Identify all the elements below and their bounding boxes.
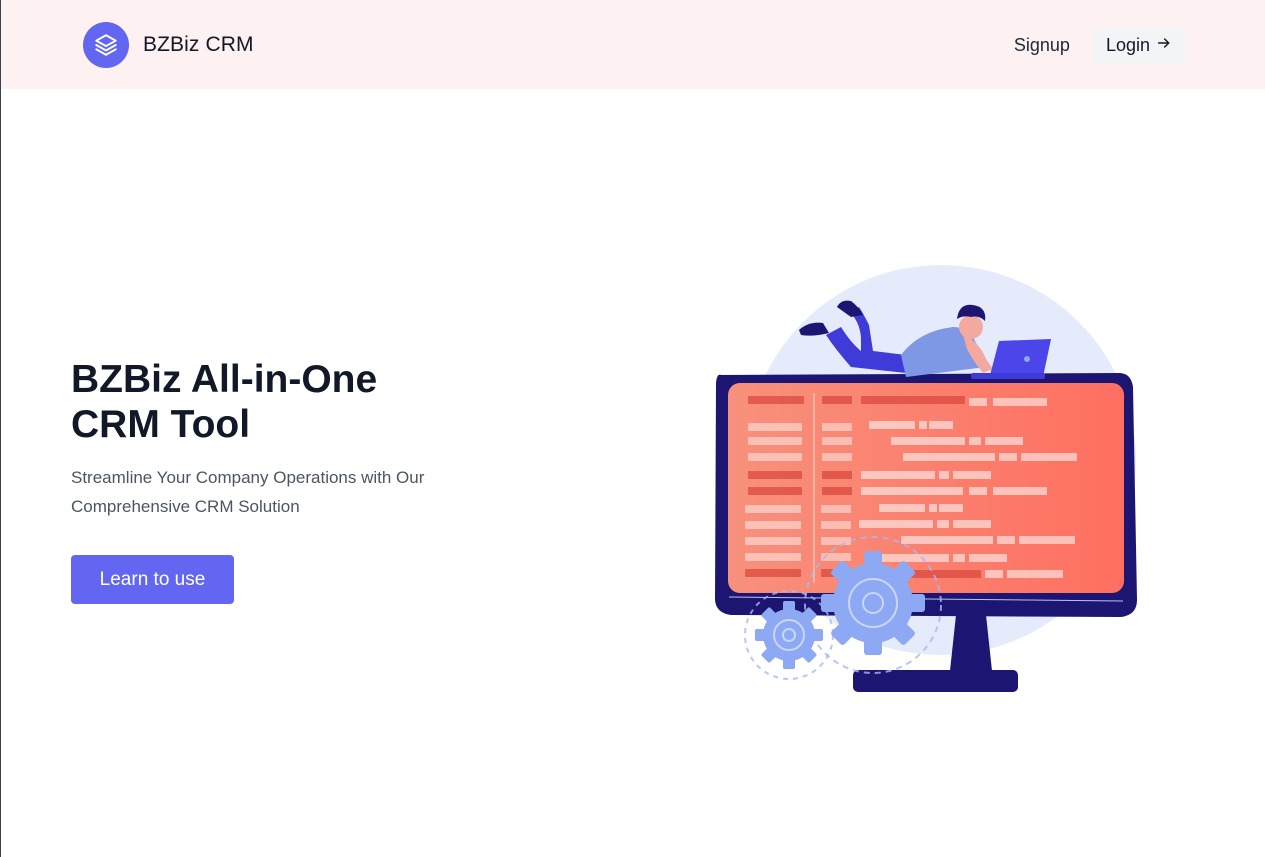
login-button[interactable]: Login <box>1091 27 1186 64</box>
hero-title-line2: CRM Tool <box>71 403 251 446</box>
learn-to-use-button[interactable]: Learn to use <box>71 555 234 604</box>
hero-title-line1: BZBiz All-in-One <box>71 358 378 401</box>
gear-icon <box>821 551 925 655</box>
crm-monitor-illustration <box>715 265 1137 692</box>
hero-subtitle-line2: Comprehensive CRM Solution <box>71 497 300 516</box>
brand[interactable]: BZBiz CRM <box>83 22 254 68</box>
brand-name: BZBiz CRM <box>143 33 254 56</box>
hero-illustration <box>701 255 1151 700</box>
hero-title: BZBiz All-in-One CRM Tool <box>71 357 491 447</box>
top-navbar: BZBiz CRM Signup Login <box>1 0 1265 89</box>
hero-subtitle-line1: Streamline Your Company Operations with … <box>71 468 425 487</box>
login-label: Login <box>1105 35 1150 55</box>
arrow-right-icon <box>1156 35 1172 56</box>
layers-icon <box>83 22 129 68</box>
gear-icon <box>755 601 823 669</box>
hero-subtitle: Streamline Your Company Operations with … <box>71 463 471 521</box>
header-nav: Signup Login <box>1014 27 1186 64</box>
signup-link[interactable]: Signup <box>1014 35 1070 56</box>
